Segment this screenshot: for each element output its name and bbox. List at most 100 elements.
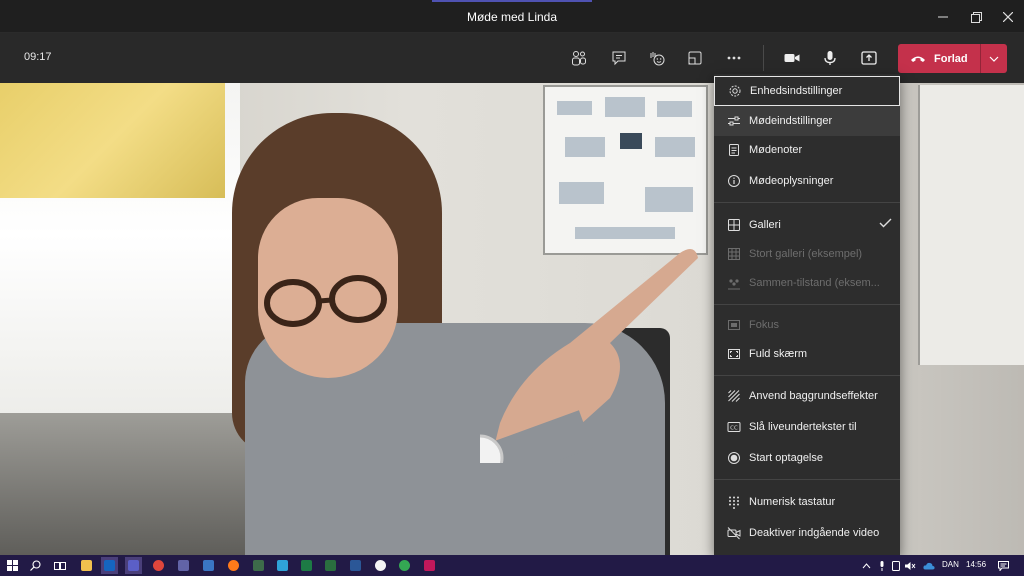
notification-icon	[998, 560, 1009, 571]
taskbar-app[interactable]	[322, 557, 339, 574]
more-actions-menu: Enhedsindstillinger Mødeindstillinger Mø…	[714, 74, 900, 555]
menu-item-device-settings[interactable]: Enhedsindstillinger	[714, 76, 900, 106]
mic-icon	[824, 51, 836, 65]
leave-button[interactable]: Forlad	[898, 44, 1007, 73]
chrome-icon	[399, 560, 410, 571]
excel-icon	[301, 560, 312, 571]
chevron-up-icon	[862, 562, 871, 568]
task-view-icon	[53, 561, 66, 570]
menu-label: Start optagelse	[749, 452, 823, 464]
taskbar-app[interactable]	[274, 557, 291, 574]
window-title: Møde med Linda	[466, 10, 558, 24]
share-screen-button[interactable]	[855, 44, 883, 72]
share-icon	[861, 51, 877, 65]
word-icon	[350, 560, 361, 571]
people-icon	[572, 51, 586, 66]
tray-language[interactable]: DAN	[942, 560, 959, 569]
minimize-button[interactable]	[932, 6, 954, 28]
taskbar-chrome[interactable]	[150, 557, 167, 574]
action-center-button[interactable]	[995, 557, 1012, 574]
app-icon	[253, 560, 264, 571]
svg-text:CC: CC	[730, 426, 738, 432]
menu-label: Slå liveundertekster til	[749, 421, 857, 433]
leave-label: Forlad	[934, 52, 968, 65]
cc-icon: CC	[727, 422, 741, 432]
chat-button[interactable]	[605, 44, 633, 72]
menu-label: Enhedsindstillinger	[750, 85, 843, 97]
taskbar-search-button[interactable]	[27, 557, 44, 574]
focus-icon	[728, 320, 740, 330]
more-actions-button[interactable]	[720, 44, 748, 72]
menu-item-start-recording[interactable]: Start optagelse	[714, 443, 900, 473]
menu-item-fullscreen[interactable]: Fuld skærm	[714, 339, 900, 369]
start-button[interactable]	[4, 557, 21, 574]
menu-label: Mødeindstillinger	[749, 115, 833, 127]
raise-hand-icon	[650, 52, 665, 66]
tray-clock[interactable]: 14:56	[966, 560, 986, 569]
video-poster	[543, 85, 708, 255]
minimize-icon	[938, 16, 948, 18]
leave-options-button[interactable]	[981, 56, 1007, 62]
menu-item-meeting-settings[interactable]: Mødeindstillinger	[714, 106, 900, 136]
microphone-button[interactable]	[816, 44, 844, 72]
volume-icon	[905, 561, 916, 570]
taskbar-teams[interactable]	[125, 557, 142, 574]
menu-label: Sammen-tilstand (eksem...	[749, 277, 880, 289]
taskbar-chrome-3[interactable]	[396, 557, 413, 574]
taskbar-firefox[interactable]	[225, 557, 242, 574]
more-icon	[727, 56, 741, 60]
task-view-button[interactable]	[51, 557, 68, 574]
menu-item-disable-video[interactable]: Deaktiver indgående video	[714, 518, 900, 548]
title-accent	[432, 0, 592, 2]
search-icon	[30, 560, 41, 571]
menu-item-keypad[interactable]: Numerisk tastatur	[714, 487, 900, 517]
device-icon	[891, 560, 900, 571]
menu-separator	[714, 375, 900, 376]
raise-hand-button[interactable]	[643, 44, 671, 72]
menu-item-gallery[interactable]: Galleri	[714, 210, 900, 240]
chrome-icon	[375, 560, 386, 571]
grid-icon	[728, 219, 740, 231]
taskbar-chrome-2[interactable]	[372, 557, 389, 574]
taskbar-teams-alt[interactable]	[175, 557, 192, 574]
menu-item-meeting-notes[interactable]: Mødenoter	[714, 135, 900, 165]
app-icon	[277, 560, 288, 571]
windows-logo-icon	[7, 560, 18, 571]
menu-item-live-captions[interactable]: CC Slå liveundertekster til	[714, 412, 900, 442]
breakout-rooms-button[interactable]	[681, 44, 709, 72]
taskbar-outlook[interactable]	[101, 557, 118, 574]
mic-icon	[880, 560, 883, 571]
taskbar-word[interactable]	[347, 557, 364, 574]
restore-button[interactable]	[965, 6, 987, 28]
taskbar-file-explorer[interactable]	[78, 557, 95, 574]
background-icon	[728, 390, 740, 402]
menu-label: Anvend baggrundseffekter	[749, 390, 878, 402]
menu-label: Deaktiver indgående video	[749, 527, 880, 539]
leave-main[interactable]: Forlad	[898, 44, 980, 73]
notes-icon	[729, 144, 739, 156]
gear-icon	[729, 85, 741, 97]
menu-item-meeting-info[interactable]: Mødeoplysninger	[714, 166, 900, 196]
participants-button[interactable]	[565, 44, 593, 72]
tray-volume[interactable]	[902, 557, 919, 574]
taskbar: DAN 14:56	[0, 555, 1024, 576]
camera-button[interactable]	[778, 44, 806, 72]
menu-separator	[714, 304, 900, 305]
close-window-button[interactable]	[997, 6, 1019, 28]
folder-icon	[81, 560, 92, 571]
menu-item-background-effects[interactable]: Anvend baggrundseffekter	[714, 381, 900, 411]
taskbar-app[interactable]	[421, 557, 438, 574]
taskbar-excel[interactable]	[298, 557, 315, 574]
taskbar-app[interactable]	[200, 557, 217, 574]
menu-separator	[714, 479, 900, 480]
teams-icon	[128, 560, 139, 571]
video-glasses	[264, 275, 387, 327]
tray-onedrive[interactable]	[920, 557, 937, 574]
teams-icon	[178, 560, 189, 571]
taskbar-app[interactable]	[250, 557, 267, 574]
sliders-icon	[728, 116, 740, 126]
camera-icon	[784, 54, 800, 62]
menu-item-focus: Fokus	[714, 310, 900, 340]
video-awning	[0, 83, 225, 198]
close-icon	[1003, 12, 1013, 22]
